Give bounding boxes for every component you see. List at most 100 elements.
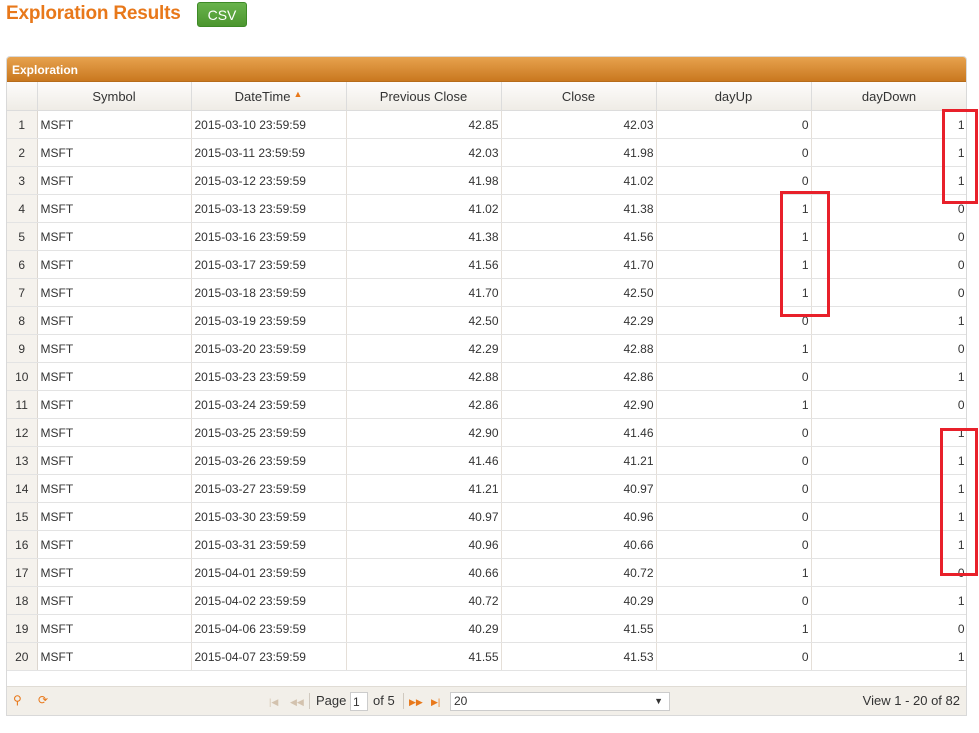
daydown-cell: 0 xyxy=(811,250,966,279)
close-cell: 41.56 xyxy=(501,222,657,251)
table-row[interactable]: 15 MSFT 2015-03-30 23:59:59 40.97 40.96 0 1 xyxy=(7,502,966,531)
dayup-cell: 1 xyxy=(656,194,812,223)
column-header-label: dayUp xyxy=(714,88,753,104)
page-count-label: of 5 xyxy=(373,693,395,708)
table-row[interactable]: 14 MSFT 2015-03-27 23:59:59 41.21 40.97 0 1 xyxy=(7,474,966,503)
next-page-icon[interactable]: ▶▶ xyxy=(409,696,423,708)
page-number-input[interactable] xyxy=(350,692,368,711)
column-header-daydown[interactable]: dayDown xyxy=(811,82,966,111)
daydown-cell: 1 xyxy=(811,474,966,503)
page-title: Exploration Results xyxy=(6,3,181,24)
close-cell: 41.02 xyxy=(501,166,657,195)
dayup-cell: 0 xyxy=(656,474,812,503)
table-row[interactable]: 12 MSFT 2015-03-25 23:59:59 42.90 41.46 0 1 xyxy=(7,418,966,447)
datetime-cell: 2015-03-19 23:59:59 xyxy=(191,306,347,335)
symbol-cell: MSFT xyxy=(37,530,192,559)
datetime-cell: 2015-03-13 23:59:59 xyxy=(191,194,347,223)
table-row[interactable]: 3 MSFT 2015-03-12 23:59:59 41.98 41.02 0 1 xyxy=(7,166,966,195)
first-page-icon[interactable]: |◀ xyxy=(269,696,278,708)
row-number-cell: 14 xyxy=(7,474,38,503)
previous-close-cell: 42.85 xyxy=(346,110,502,139)
dayup-cell: 1 xyxy=(656,390,812,419)
table-row[interactable]: 8 MSFT 2015-03-19 23:59:59 42.50 42.29 0 1 xyxy=(7,306,966,335)
symbol-cell: MSFT xyxy=(37,166,192,195)
daydown-cell: 1 xyxy=(811,586,966,615)
table-row[interactable]: 19 MSFT 2015-04-06 23:59:59 40.29 41.55 1 0 xyxy=(7,614,966,643)
daydown-cell: 1 xyxy=(811,530,966,559)
row-number-cell: 2 xyxy=(7,138,38,167)
row-number-cell: 5 xyxy=(7,222,38,251)
row-number-cell: 16 xyxy=(7,530,38,559)
rows-per-page-select[interactable]: 20 ▼ xyxy=(450,692,670,711)
close-cell: 41.46 xyxy=(501,418,657,447)
datetime-cell: 2015-04-06 23:59:59 xyxy=(191,614,347,643)
previous-page-icon[interactable]: ◀◀ xyxy=(290,696,304,708)
symbol-cell: MSFT xyxy=(37,418,192,447)
previous-close-cell: 40.97 xyxy=(346,502,502,531)
column-header-label: DateTime xyxy=(234,88,291,104)
symbol-cell: MSFT xyxy=(37,110,192,139)
previous-close-cell: 41.21 xyxy=(346,474,502,503)
table-row[interactable]: 13 MSFT 2015-03-26 23:59:59 41.46 41.21 0 1 xyxy=(7,446,966,475)
daydown-cell: 1 xyxy=(811,110,966,139)
dayup-cell: 1 xyxy=(656,250,812,279)
datetime-cell: 2015-03-25 23:59:59 xyxy=(191,418,347,447)
table-row[interactable]: 11 MSFT 2015-03-24 23:59:59 42.86 42.90 1 0 xyxy=(7,390,966,419)
view-records-label: View 1 - 20 of 82 xyxy=(862,693,960,708)
dayup-cell: 1 xyxy=(656,222,812,251)
row-number-cell: 12 xyxy=(7,418,38,447)
row-number-cell: 3 xyxy=(7,166,38,195)
daydown-cell: 1 xyxy=(811,306,966,335)
symbol-cell: MSFT xyxy=(37,586,192,615)
column-header-rownum xyxy=(7,82,38,111)
symbol-cell: MSFT xyxy=(37,446,192,475)
grid-pager: ⚲ ⟳ |◀ ◀◀ Page of 5 ▶▶ ▶| 20 ▼ View 1 - … xyxy=(7,686,966,715)
table-row[interactable]: 2 MSFT 2015-03-11 23:59:59 42.03 41.98 0 1 xyxy=(7,138,966,167)
column-header-datetime[interactable]: DateTime ▲ xyxy=(191,82,347,111)
dayup-cell: 0 xyxy=(656,446,812,475)
column-header-label: dayDown xyxy=(861,88,917,104)
daydown-cell: 0 xyxy=(811,390,966,419)
table-row[interactable]: 7 MSFT 2015-03-18 23:59:59 41.70 42.50 1 0 xyxy=(7,278,966,307)
close-cell: 40.96 xyxy=(501,502,657,531)
column-header-dayup[interactable]: dayUp xyxy=(656,82,812,111)
table-row[interactable]: 16 MSFT 2015-03-31 23:59:59 40.96 40.66 0 1 xyxy=(7,530,966,559)
column-header-symbol[interactable]: Symbol xyxy=(37,82,192,111)
search-icon[interactable]: ⚲ xyxy=(13,694,22,706)
symbol-cell: MSFT xyxy=(37,362,192,391)
table-row[interactable]: 1 MSFT 2015-03-10 23:59:59 42.85 42.03 0 1 xyxy=(7,110,966,139)
column-header-previous-close[interactable]: Previous Close xyxy=(346,82,502,111)
table-row[interactable]: 5 MSFT 2015-03-16 23:59:59 41.38 41.56 1 0 xyxy=(7,222,966,251)
previous-close-cell: 40.96 xyxy=(346,530,502,559)
table-row[interactable]: 9 MSFT 2015-03-20 23:59:59 42.29 42.88 1 0 xyxy=(7,334,966,363)
table-row[interactable]: 18 MSFT 2015-04-02 23:59:59 40.72 40.29 0 1 xyxy=(7,586,966,615)
table-row[interactable]: 6 MSFT 2015-03-17 23:59:59 41.56 41.70 1 0 xyxy=(7,250,966,279)
datetime-cell: 2015-03-16 23:59:59 xyxy=(191,222,347,251)
close-cell: 41.55 xyxy=(501,614,657,643)
daydown-cell: 0 xyxy=(811,278,966,307)
last-page-icon[interactable]: ▶| xyxy=(431,696,440,708)
close-cell: 42.90 xyxy=(501,390,657,419)
row-number-cell: 13 xyxy=(7,446,38,475)
datetime-cell: 2015-03-30 23:59:59 xyxy=(191,502,347,531)
close-cell: 41.21 xyxy=(501,446,657,475)
previous-close-cell: 41.56 xyxy=(346,250,502,279)
refresh-icon[interactable]: ⟳ xyxy=(38,694,48,706)
row-number-cell: 1 xyxy=(7,110,38,139)
previous-close-cell: 40.66 xyxy=(346,558,502,587)
table-row[interactable]: 10 MSFT 2015-03-23 23:59:59 42.88 42.86 0 1 xyxy=(7,362,966,391)
datetime-cell: 2015-03-17 23:59:59 xyxy=(191,250,347,279)
datetime-cell: 2015-04-02 23:59:59 xyxy=(191,586,347,615)
dayup-cell: 0 xyxy=(656,642,812,671)
symbol-cell: MSFT xyxy=(37,194,192,223)
previous-close-cell: 41.55 xyxy=(346,642,502,671)
close-cell: 42.29 xyxy=(501,306,657,335)
symbol-cell: MSFT xyxy=(37,642,192,671)
table-row[interactable]: 17 MSFT 2015-04-01 23:59:59 40.66 40.72 1 0 xyxy=(7,558,966,587)
column-header-close[interactable]: Close xyxy=(501,82,657,111)
table-row[interactable]: 4 MSFT 2015-03-13 23:59:59 41.02 41.38 1 0 xyxy=(7,194,966,223)
previous-close-cell: 42.03 xyxy=(346,138,502,167)
table-row[interactable]: 20 MSFT 2015-04-07 23:59:59 41.55 41.53 0 1 xyxy=(7,642,966,671)
csv-export-button[interactable]: CSV xyxy=(197,2,247,27)
dayup-cell: 0 xyxy=(656,530,812,559)
